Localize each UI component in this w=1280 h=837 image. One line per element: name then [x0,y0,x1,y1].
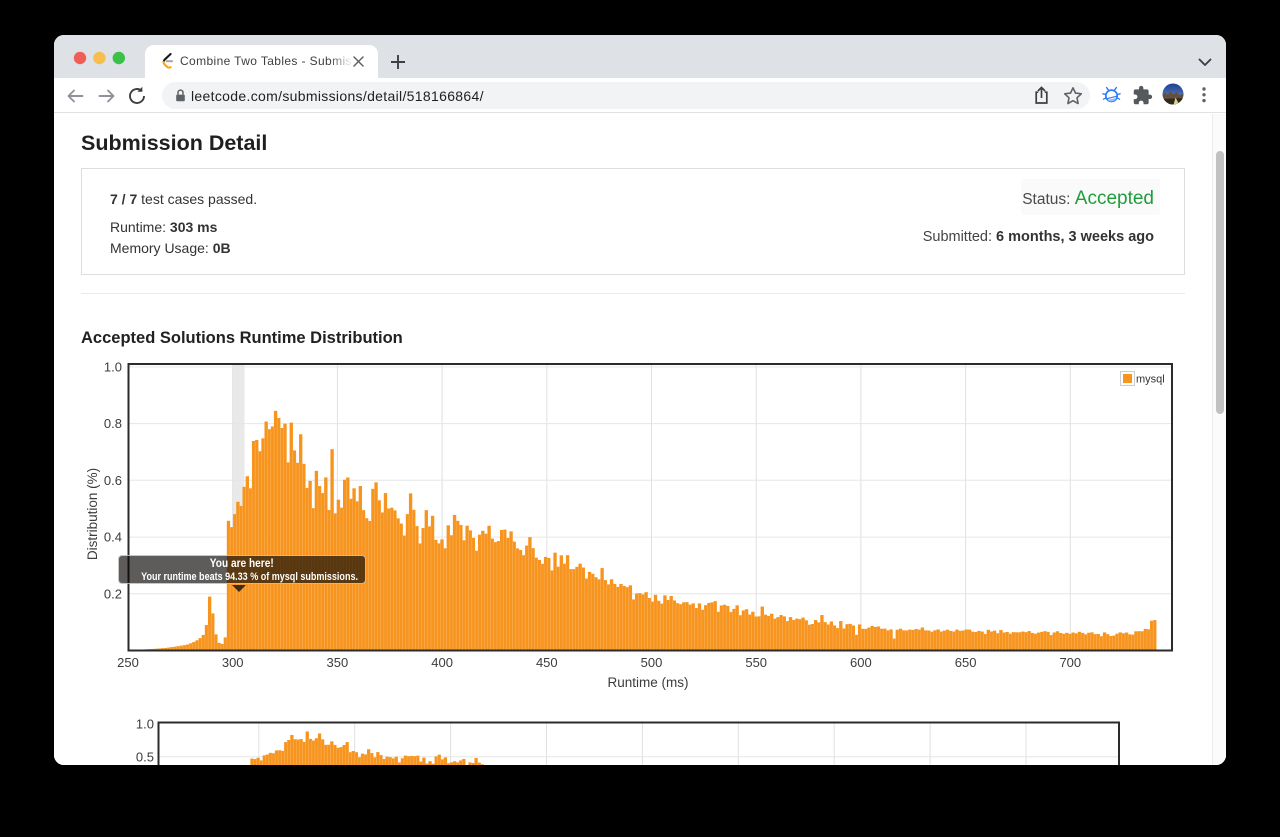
svg-text:1.0: 1.0 [136,717,154,732]
svg-text:0.5: 0.5 [136,750,154,765]
